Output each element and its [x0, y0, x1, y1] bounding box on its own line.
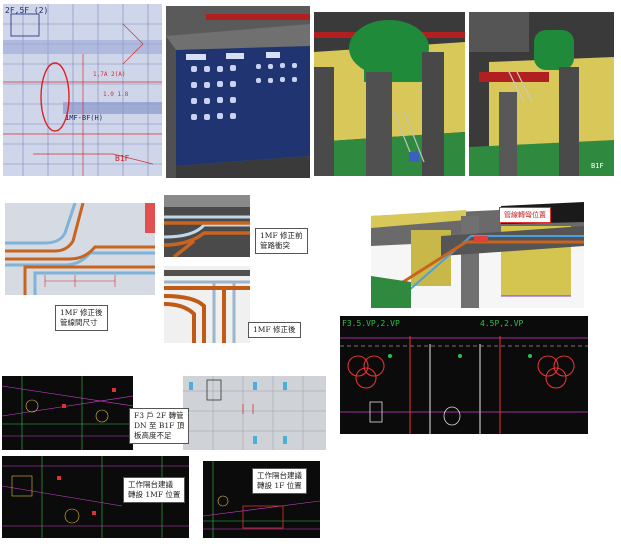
caption-1mf-after-dimensions: 1MF 修正後 管線間尺寸 — [55, 305, 108, 331]
3d-duct-view-left — [314, 12, 465, 176]
3d-panel-board-view — [166, 6, 310, 178]
caption-line: 1MF 修正後 — [60, 308, 103, 317]
3d-duct-left-drawing — [314, 12, 465, 176]
plan-label-mid: 1MF-BF(H) — [65, 114, 103, 122]
3d-duct-view-right: B1F — [469, 12, 614, 176]
caption-line: 1MF 修正後 — [253, 325, 296, 334]
svg-text:1.0 1.8: 1.0 1.8 — [103, 91, 129, 98]
caption-line: 轉設 1MF 位置 — [128, 490, 181, 499]
caption-1mf-after: 1MF 修正後 — [248, 322, 301, 338]
caption-turn-location: 管線轉彎位置 — [499, 207, 551, 223]
cad-plan-black-small-panel — [2, 376, 133, 450]
cad-label-left: F3.5.VP,2.VP — [342, 319, 400, 328]
cad-plan-black-small-drawing — [2, 376, 133, 450]
cad-plan-gray-panel — [183, 376, 326, 450]
pipe-3d-after-panel — [164, 266, 250, 343]
caption-line: 管路衝突 — [260, 241, 290, 250]
caption-1mf-before-conflict: 1MF 修正前 管路衝突 — [255, 228, 308, 254]
plan-label-top: 2F,5F (2) — [5, 6, 49, 15]
caption-f3-pipe-height: F3 戶 2F 轉管 DN 至 B1F 頂 板高度不足 — [129, 408, 190, 444]
pipe-plan-after-panel — [5, 203, 155, 295]
cad-plan-blue-panel: 1,7A 2(A) 1.0 1.8 2F,5F (2) 1MF-BF(H) B1F — [3, 4, 162, 176]
caption-line: 轉設 1F 位置 — [257, 481, 302, 490]
cad-plan-black-drawing — [340, 316, 588, 434]
pipe-3d-before-panel — [164, 195, 250, 257]
pipe-plan-after-drawing — [5, 203, 155, 295]
3d-turn-location-panel — [371, 196, 584, 308]
caption-line: F3 戶 2F 轉管 — [134, 411, 184, 420]
pipe-3d-before-drawing — [164, 195, 250, 257]
caption-line: DN 至 B1F 頂 — [134, 421, 185, 430]
3d-panel-board-drawing — [166, 6, 310, 178]
caption-line: 工作隔台建議 — [128, 480, 173, 489]
duct-label-b1f: B1F — [591, 162, 604, 170]
3d-turn-location-drawing — [371, 202, 584, 308]
caption-line: 1MF 修正前 — [260, 231, 303, 240]
3d-duct-right-drawing — [469, 12, 614, 176]
caption-line: 工作隔台建議 — [257, 471, 302, 480]
caption-platform-1mf: 工作隔台建議 轉設 1MF 位置 — [123, 477, 186, 503]
caption-line: 板高度不足 — [134, 431, 172, 440]
cad-plan-blue-drawing: 1,7A 2(A) 1.0 1.8 — [3, 4, 162, 176]
svg-text:1,7A 2(A): 1,7A 2(A) — [93, 71, 126, 78]
cad-label-right: 4.5P,2.VP — [480, 319, 524, 328]
pipe-3d-after-drawing — [164, 266, 250, 343]
cad-plan-gray-drawing — [183, 376, 326, 450]
cad-plan-black-panel: F3.5.VP,2.VP 4.5P,2.VP — [340, 316, 588, 434]
caption-line: 管線轉彎位置 — [504, 211, 546, 219]
caption-line: 管線間尺寸 — [60, 318, 98, 327]
caption-platform-1f: 工作隔台建議 轉設 1F 位置 — [252, 468, 307, 494]
plan-label-b1f: B1F — [115, 154, 130, 163]
